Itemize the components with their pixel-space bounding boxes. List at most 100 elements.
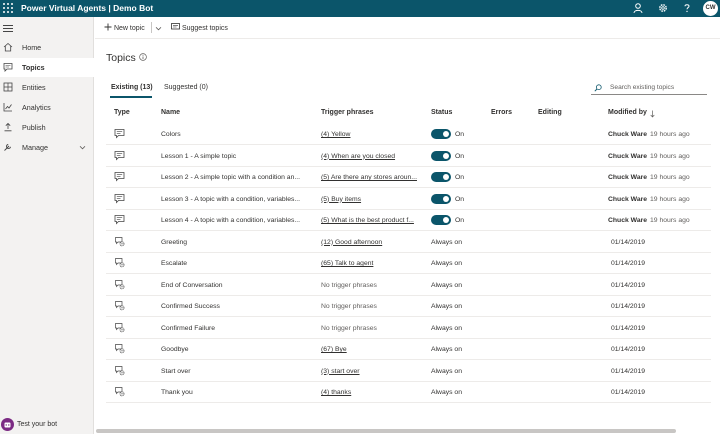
status-text: Always on: [431, 346, 462, 353]
horizontal-scrollbar[interactable]: [96, 429, 676, 433]
topic-name[interactable]: Lesson 1 - A simple topic: [161, 153, 236, 160]
tab-underline: [110, 96, 152, 98]
topic-chat-icon: [114, 129, 125, 139]
topic-name[interactable]: Thank you: [161, 389, 193, 396]
table-row[interactable]: Lesson 4 - A topic with a condition, var…: [106, 210, 711, 231]
table-row[interactable]: Thank you (4) thanks Always on 01/14/2019: [106, 382, 711, 403]
table-row[interactable]: Greeting (12) Good afternoon Always on 01/1…: [106, 232, 711, 253]
person-icon[interactable]: [632, 2, 644, 14]
trigger-phrases-link[interactable]: (4) When are you closed: [321, 153, 395, 160]
sidebar-item-manage[interactable]: Manage: [0, 138, 94, 157]
sidebar-item-topics[interactable]: Topics: [0, 58, 94, 77]
table-row[interactable]: End of Conversation No trigger phrases Alw…: [106, 275, 711, 296]
topic-name[interactable]: Lesson 2 - A simple topic with a conditi…: [161, 174, 300, 181]
home-icon: [3, 42, 13, 52]
suggest-topics-button[interactable]: Suggest topics: [171, 23, 228, 32]
test-bot-button[interactable]: Test your bot: [0, 416, 94, 434]
hamburger-icon[interactable]: [3, 25, 13, 33]
status-text: On: [455, 217, 465, 224]
table-row[interactable]: Goodbye (67) Bye Always on 01/14/2019: [106, 339, 711, 360]
table-row[interactable]: Start over (3) start over Always on 01/14/2…: [106, 361, 711, 382]
status-text: On: [455, 195, 465, 203]
system-topic-icon: [115, 279, 125, 289]
modified-time: 19 hours ago: [650, 174, 690, 181]
status-toggle[interactable]: [431, 193, 451, 204]
status-toggle[interactable]: [431, 150, 451, 161]
trigger-phrases-link[interactable]: (5) What is the best product f...: [321, 217, 414, 224]
table-row[interactable]: Lesson 1 - A simple topic (4) When are yo…: [106, 146, 711, 167]
column-header-status[interactable]: Status: [431, 109, 452, 116]
sidebar: Home Topics Entities Analytics Publish M…: [0, 17, 94, 434]
sidebar-item-label: Analytics: [22, 103, 51, 112]
trigger-phrases-link[interactable]: (3) start over: [321, 368, 360, 375]
topic-name[interactable]: Start over: [161, 368, 190, 375]
sort-down-icon[interactable]: [650, 110, 655, 118]
topic-name[interactable]: Lesson 3 - A topic with a condition, var…: [161, 196, 300, 203]
modified-date: 01/14/2019: [611, 260, 646, 267]
upload-icon: [4, 122, 12, 132]
topic-name[interactable]: Colors: [161, 131, 181, 138]
help-icon[interactable]: [681, 2, 693, 14]
status-text: Always on: [431, 367, 462, 375]
chevron-down-icon[interactable]: [79, 144, 86, 151]
gear-icon[interactable]: [657, 2, 669, 14]
table-row[interactable]: Lesson 3 - A topic with a condition, var…: [106, 189, 711, 210]
table-row[interactable]: Confirmed Failure No trigger phrases Alway…: [106, 318, 711, 339]
sidebar-item-entities[interactable]: Entities: [0, 78, 94, 97]
column-header-type[interactable]: Type: [114, 109, 130, 116]
avatar[interactable]: CW: [703, 1, 718, 16]
sidebar-item-analytics[interactable]: Analytics: [0, 98, 94, 117]
trigger-phrases-link[interactable]: (67) Bye: [321, 346, 347, 353]
table-row[interactable]: Colors (4) Yellow On Chuck Ware 19 hours ago: [106, 124, 711, 145]
trigger-phrases-link[interactable]: (5) Are there any stores aroun...: [321, 174, 417, 181]
status-toggle[interactable]: [431, 215, 451, 225]
column-header-trigger[interactable]: Trigger phrases: [321, 109, 374, 116]
trigger-phrases-link[interactable]: (65) Talk to agent: [321, 260, 373, 267]
column-header-modified[interactable]: Modified by: [608, 109, 647, 116]
trigger-phrases-link[interactable]: (4) thanks: [321, 389, 351, 396]
table-row[interactable]: Escalate (65) Talk to agent Always on 01/14…: [106, 253, 711, 274]
column-header-errors[interactable]: Errors: [491, 109, 512, 116]
system-topic-icon: [115, 258, 125, 268]
column-header-name[interactable]: Name: [161, 109, 180, 116]
status-toggle[interactable]: [431, 129, 451, 139]
topic-name[interactable]: End of Conversation: [161, 282, 223, 289]
plus-icon: [104, 23, 112, 31]
grid-icon: [3, 82, 13, 92]
sidebar-item-label: Publish: [22, 123, 46, 132]
trigger-phrases-link: No trigger phrases: [321, 303, 377, 310]
new-topic-label: New topic: [113, 25, 145, 32]
status-text: On: [455, 152, 465, 160]
topic-name[interactable]: Confirmed Failure: [161, 325, 215, 332]
test-bot-label: Test your bot: [17, 421, 58, 428]
tab-suggested[interactable]: Suggested (0): [164, 84, 208, 91]
modified-by: Chuck Ware: [608, 174, 648, 181]
modified-date: 01/14/2019: [611, 346, 646, 353]
tab-existing[interactable]: Existing (13): [111, 84, 153, 91]
search-input[interactable]: Search existing topics: [591, 81, 707, 95]
trigger-phrases-link[interactable]: (12) Good afternoon: [321, 239, 382, 246]
trigger-phrases-link[interactable]: (4) Yellow: [321, 131, 350, 138]
chevron-down-icon[interactable]: [155, 25, 162, 32]
topic-name[interactable]: Escalate: [161, 260, 187, 267]
topic-chat-icon: [114, 193, 125, 203]
topic-name[interactable]: Confirmed Success: [161, 303, 220, 310]
info-icon[interactable]: [139, 53, 147, 61]
waffle-icon[interactable]: [3, 3, 14, 14]
table-row[interactable]: Lesson 2 - A simple topic with a conditi…: [106, 167, 711, 188]
status-text: Always on: [431, 281, 462, 289]
modified-by: Chuck Ware: [608, 217, 648, 224]
chart-icon: [3, 103, 12, 112]
topic-name[interactable]: Lesson 4 - A topic with a condition, var…: [161, 217, 300, 224]
new-topic-button[interactable]: New topic: [104, 23, 145, 32]
column-header-editing[interactable]: Editing: [538, 109, 562, 116]
topic-name[interactable]: Greeting: [161, 239, 187, 246]
topic-name[interactable]: Goodbye: [161, 346, 189, 353]
sidebar-item-publish[interactable]: Publish: [0, 118, 94, 137]
status-toggle[interactable]: [431, 172, 451, 182]
trigger-phrases-link[interactable]: (5) Buy items: [321, 196, 361, 203]
table-row[interactable]: Confirmed Success No trigger phrases Alway…: [106, 296, 711, 317]
sidebar-item-home[interactable]: Home: [0, 38, 94, 57]
system-topic-icon: [115, 322, 125, 332]
sidebar-item-label: Manage: [22, 143, 48, 152]
